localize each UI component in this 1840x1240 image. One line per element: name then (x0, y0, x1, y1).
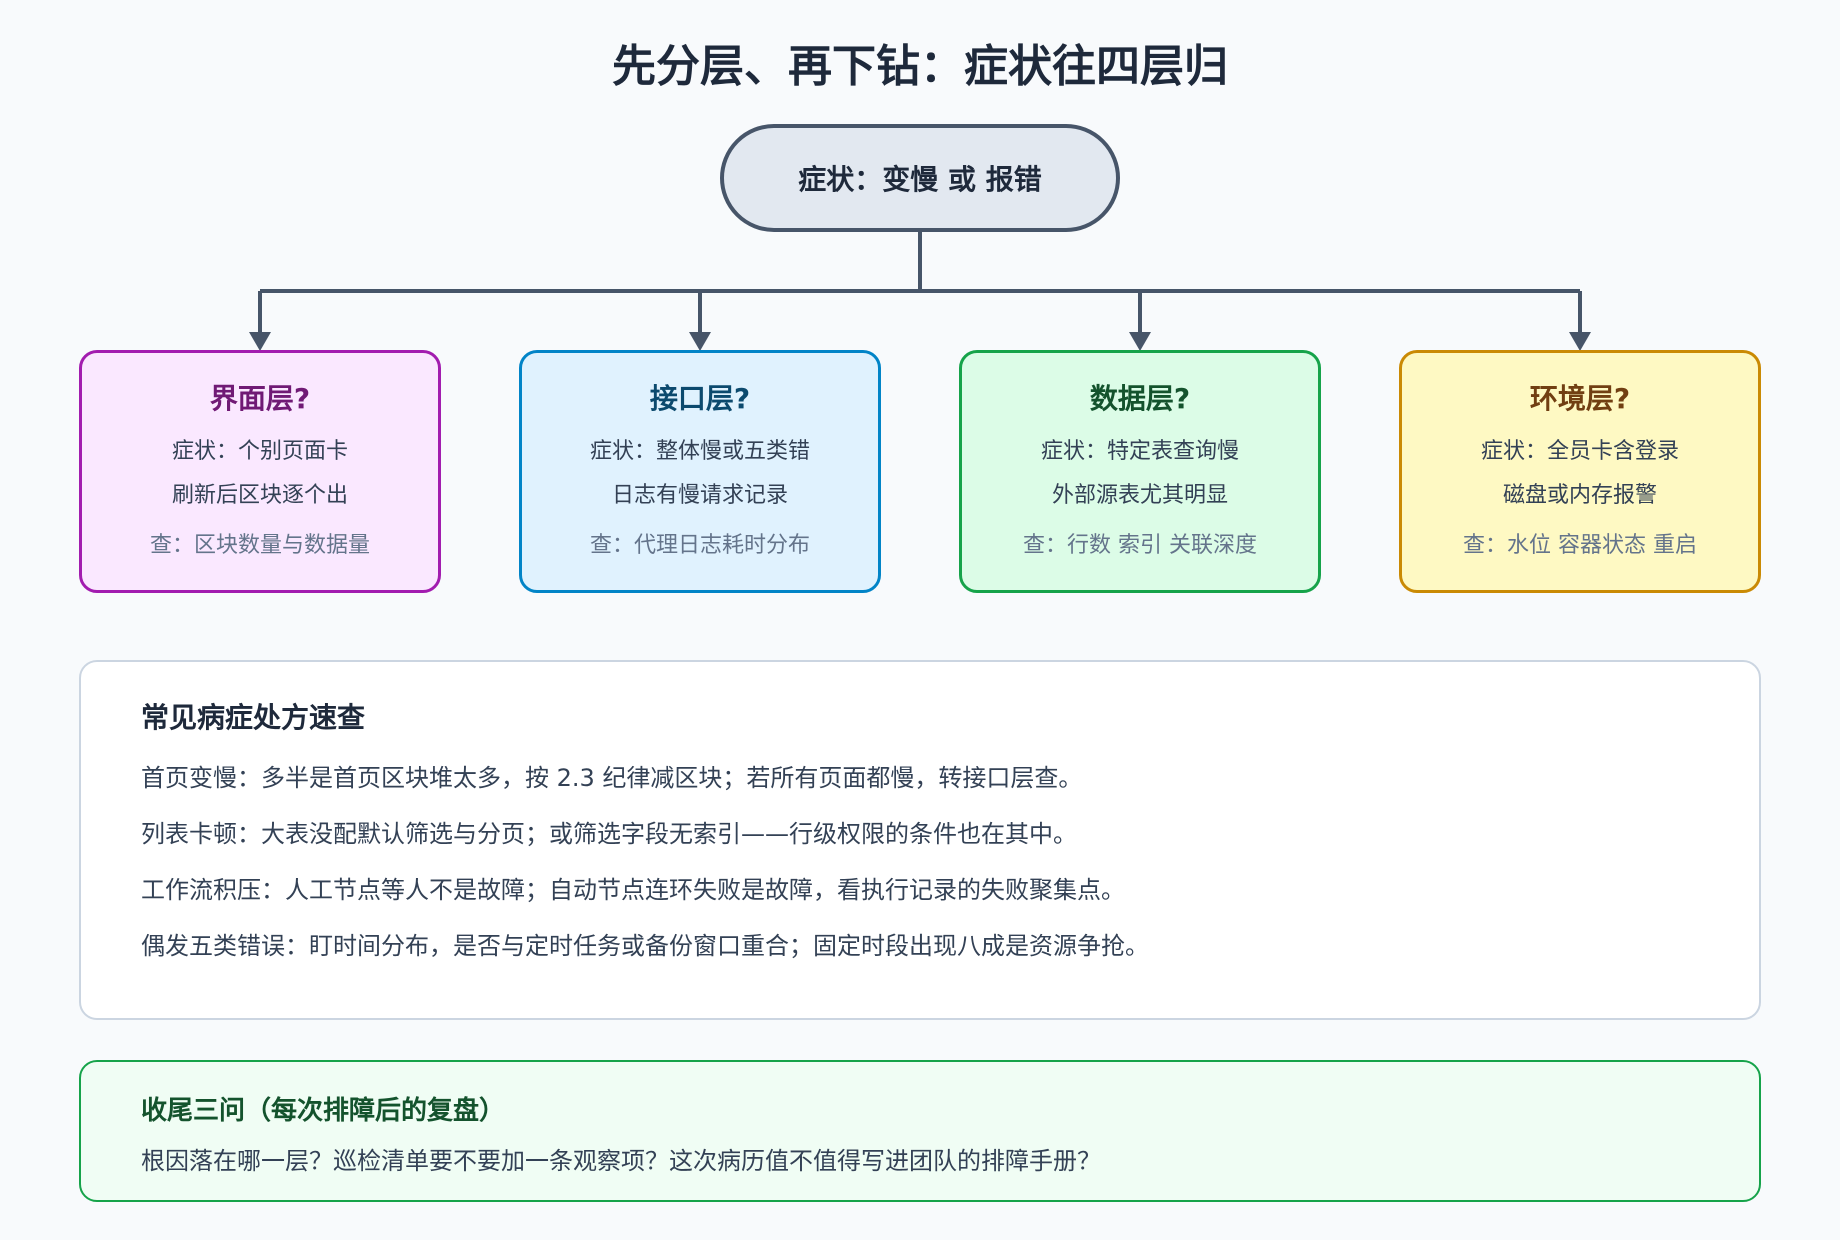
layer-symptom-detail: 刷新后区块逐个出 (171, 483, 348, 508)
layer-symptom-detail: 外部源表尤其明显 (1051, 483, 1228, 508)
prescription-line: 首页变慢：多半是首页区块堆太多，按 2.3 纪律减区块；若所有页面都慢，转接口层… (141, 764, 1083, 792)
layer-name: 数据层? (1089, 382, 1191, 415)
arrowhead-ui (249, 332, 271, 351)
layer-check: 查：代理日志耗时分布 (589, 533, 810, 558)
prescription-line: 列表卡顿：大表没配默认筛选与分页；或筛选字段无索引——行级权限的条件也在其中。 (141, 820, 1077, 848)
arrowhead-data (1129, 332, 1151, 351)
wrapup-panel: 收尾三问（每次排障后的复盘） 根因落在哪一层？巡检清单要不要加一条观察项？这次病… (79, 1060, 1761, 1202)
layer-symptom: 症状：全员卡含登录 (1480, 439, 1679, 464)
layer-card-env: 环境层? 症状：全员卡含登录 磁盘或内存报警 查：水位 容器状态 重启 (1399, 350, 1761, 593)
layer-name: 界面层? (209, 382, 311, 415)
prescription-line: 偶发五类错误：盯时间分布，是否与定时任务或备份窗口重合；固定时段出现八成是资源争… (141, 932, 1149, 960)
layer-check: 查：区块数量与数据量 (149, 533, 370, 558)
layer-check: 查：行数 索引 关联深度 (1023, 533, 1257, 558)
layer-symptom-detail: 日志有慢请求记录 (611, 483, 788, 508)
layer-card-data: 数据层? 症状：特定表查询慢 外部源表尤其明显 查：行数 索引 关联深度 (959, 350, 1321, 593)
layer-symptom: 症状：整体慢或五类错 (589, 439, 810, 464)
layer-check: 查：水位 容器状态 重启 (1463, 533, 1697, 558)
prescription-panel: 常见病症处方速查 首页变慢：多半是首页区块堆太多，按 2.3 纪律减区块；若所有… (79, 660, 1761, 1020)
layer-symptom-detail: 磁盘或内存报警 (1502, 483, 1657, 508)
wrapup-text: 根因落在哪一层？巡检清单要不要加一条观察项？这次病历值不值得写进团队的排障手册？ (141, 1147, 1101, 1175)
layer-name: 环境层? (1529, 382, 1631, 415)
wrapup-title: 收尾三问（每次排障后的复盘） (141, 1096, 506, 1126)
connector-lines (249, 232, 1591, 351)
layer-name: 接口层? (649, 382, 751, 415)
layer-card-ui: 界面层? 症状：个别页面卡 刷新后区块逐个出 查：区块数量与数据量 (79, 350, 441, 593)
arrowhead-api (689, 332, 711, 351)
layer-symptom: 症状：特定表查询慢 (1040, 439, 1239, 464)
arrowhead-env (1569, 332, 1591, 351)
prescription-line: 工作流积压：人工节点等人不是故障；自动节点连环失败是故障，看执行记录的失败聚集点… (141, 876, 1125, 904)
prescription-title: 常见病症处方速查 (141, 701, 366, 734)
layer-symptom: 症状：个别页面卡 (171, 439, 348, 464)
layer-card-api: 接口层? 症状：整体慢或五类错 日志有慢请求记录 查：代理日志耗时分布 (519, 350, 881, 593)
